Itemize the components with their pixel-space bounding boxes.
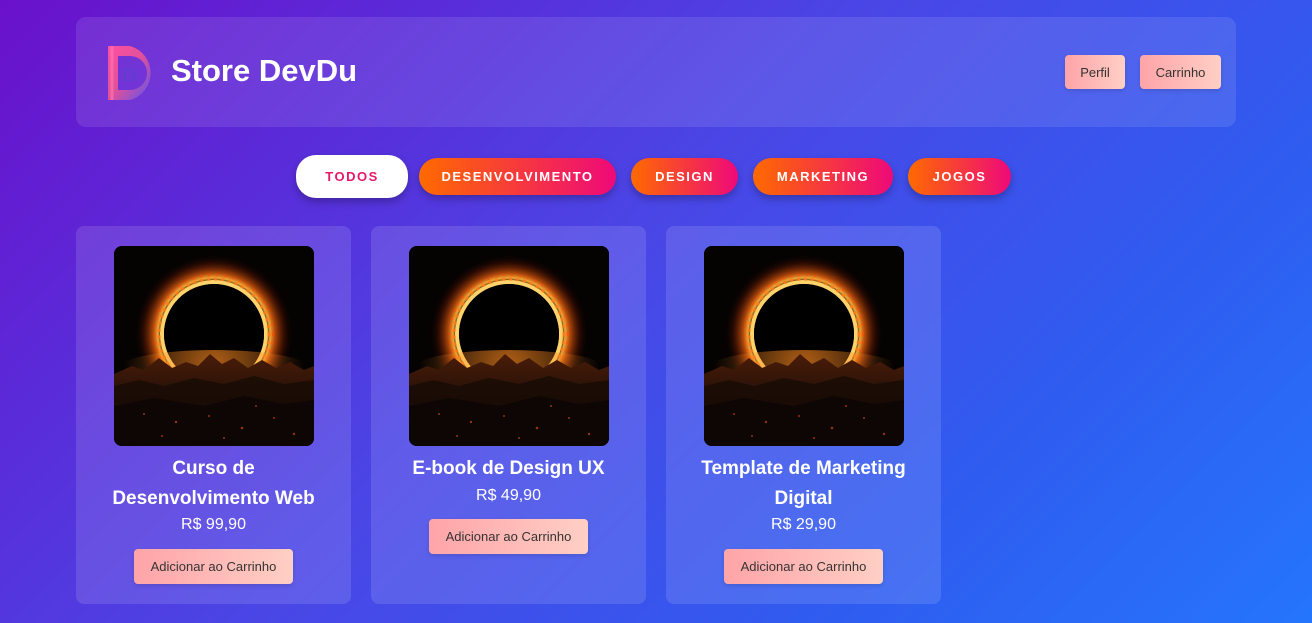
product-card: E-book de Design UX R$ 49,90 Adicionar a…	[371, 226, 646, 604]
cart-button[interactable]: Carrinho	[1140, 55, 1221, 89]
add-to-cart-button[interactable]: Adicionar ao Carrinho	[134, 549, 293, 584]
filter-desenvolvimento[interactable]: DESENVOLVIMENTO	[419, 158, 616, 195]
product-image	[114, 246, 314, 446]
product-title: E-book de Design UX	[412, 458, 605, 479]
product-image	[704, 246, 904, 446]
filter-jogos[interactable]: JOGOS	[908, 158, 1011, 195]
profile-button[interactable]: Perfil	[1065, 55, 1125, 89]
logo-d-icon: D	[108, 46, 151, 100]
product-card: Template de Marketing Digital R$ 29,90 A…	[666, 226, 941, 604]
header-bar: D Store DevDu Perfil Carrinho	[76, 17, 1236, 127]
product-card: Curso de Desenvolvimento Web R$ 99,90 Ad…	[76, 226, 351, 604]
svg-text:D: D	[122, 64, 136, 86]
filter-todos[interactable]: TODOS	[296, 155, 408, 198]
product-title: Curso de Desenvolvimento Web	[112, 458, 315, 509]
product-image	[409, 246, 609, 446]
product-price: R$ 29,90	[771, 516, 836, 533]
store-logo[interactable]: D	[104, 44, 160, 102]
add-to-cart-button[interactable]: Adicionar ao Carrinho	[429, 519, 588, 554]
product-title: Template de Marketing Digital	[701, 458, 906, 509]
category-filters: TODOS DESENVOLVIMENTO DESIGN MARKETING J…	[0, 155, 1312, 199]
filter-design[interactable]: DESIGN	[631, 158, 738, 195]
product-price: R$ 99,90	[181, 516, 246, 533]
filter-marketing[interactable]: MARKETING	[753, 158, 893, 195]
add-to-cart-button[interactable]: Adicionar ao Carrinho	[724, 549, 883, 584]
store-title: Store DevDu	[171, 53, 358, 88]
product-price: R$ 49,90	[476, 487, 541, 504]
